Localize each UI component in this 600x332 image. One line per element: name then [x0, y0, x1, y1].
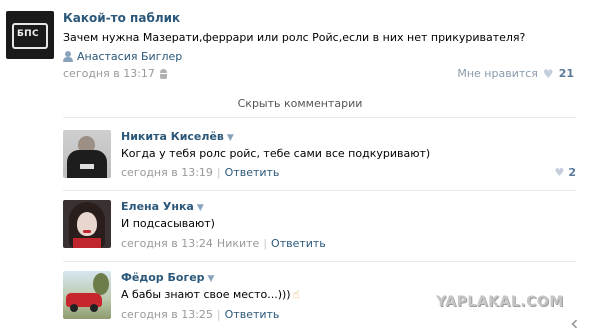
commenter-name-link[interactable]: Никита Киселёв ▼: [121, 130, 234, 143]
comment-date-link[interactable]: сегодня в 13:25: [121, 308, 213, 321]
reply-button[interactable]: Ответить: [225, 308, 280, 321]
triangle-down-icon[interactable]: ▼: [208, 274, 215, 284]
post-author-name: Анастасия Биглер: [77, 50, 183, 63]
reply-button[interactable]: Ответить: [271, 237, 326, 250]
comment-meta: сегодня в 13:19 | Ответить: [121, 166, 279, 179]
post-date-text: сегодня в 13:17: [63, 67, 155, 80]
commenter-name: Елена Унка: [121, 200, 194, 213]
commenter-avatar[interactable]: [63, 271, 111, 319]
pointing-hand-icon: ☝: [292, 288, 300, 301]
comment-date-link[interactable]: сегодня в 13:24: [121, 237, 213, 250]
commenter-avatar[interactable]: [63, 130, 111, 178]
meta-separator: |: [263, 237, 268, 250]
group-name-link[interactable]: Какой-то паблик: [63, 11, 180, 25]
site-watermark: YAPLAKAL.COM: [436, 294, 564, 310]
commenter-name-link[interactable]: Фёдор Богер ▼: [121, 271, 214, 284]
person-icon: [63, 51, 73, 62]
comment-meta: сегодня в 13:24 Никите | Ответить: [121, 237, 326, 250]
comment-item: Елена Унка ▼ И подсасывают) сегодня в 13:…: [0, 190, 600, 262]
reply-to-link[interactable]: Никите: [217, 237, 259, 250]
hide-comments-link[interactable]: Скрыть комментарии: [0, 97, 600, 110]
comment-item: Никита Киселёв ▼ Когда у тебя ролс ройс, …: [0, 118, 600, 190]
group-avatar[interactable]: БПС: [6, 11, 54, 59]
post-date-link[interactable]: сегодня в 13:17: [63, 67, 168, 80]
commenter-name-link[interactable]: Елена Унка ▼: [121, 200, 204, 213]
commenter-avatar[interactable]: [63, 200, 111, 248]
comment-text: И подсасывают): [121, 217, 215, 230]
meta-separator: |: [216, 166, 221, 179]
triangle-down-icon[interactable]: ▼: [197, 203, 204, 213]
comment-text: Когда у тебя ролс ройс, тебе сами все по…: [121, 147, 431, 160]
heart-icon: ♥: [542, 66, 554, 81]
meta-separator: |: [216, 308, 221, 321]
like-label: Мне нравится: [457, 67, 538, 80]
comment-like-button[interactable]: ♥ 2: [554, 166, 576, 179]
post-like-button[interactable]: Мне нравится ♥ 21: [457, 67, 574, 80]
commenter-name: Фёдор Богер: [121, 271, 205, 284]
reply-button[interactable]: Ответить: [225, 166, 280, 179]
android-icon: [159, 68, 168, 79]
commenter-name: Никита Киселёв: [121, 130, 224, 143]
comment-text: А бабы знают свое место...))) ☝: [121, 288, 299, 301]
comment-meta: сегодня в 13:25 | Ответить: [121, 308, 279, 321]
comment-text-content: А бабы знают свое место...))): [121, 288, 291, 301]
post-text: Зачем нужна Мазерати,феррари или ролс Ро…: [63, 31, 526, 44]
comment-date-link[interactable]: сегодня в 13:19: [121, 166, 213, 179]
comment-like-count: 2: [568, 166, 576, 179]
heart-icon: ♥: [554, 166, 565, 179]
group-logo: БПС: [17, 29, 39, 39]
post-author-link[interactable]: Анастасия Биглер: [63, 50, 182, 63]
post-like-count: 21: [558, 67, 574, 80]
triangle-down-icon[interactable]: ▼: [227, 133, 234, 143]
